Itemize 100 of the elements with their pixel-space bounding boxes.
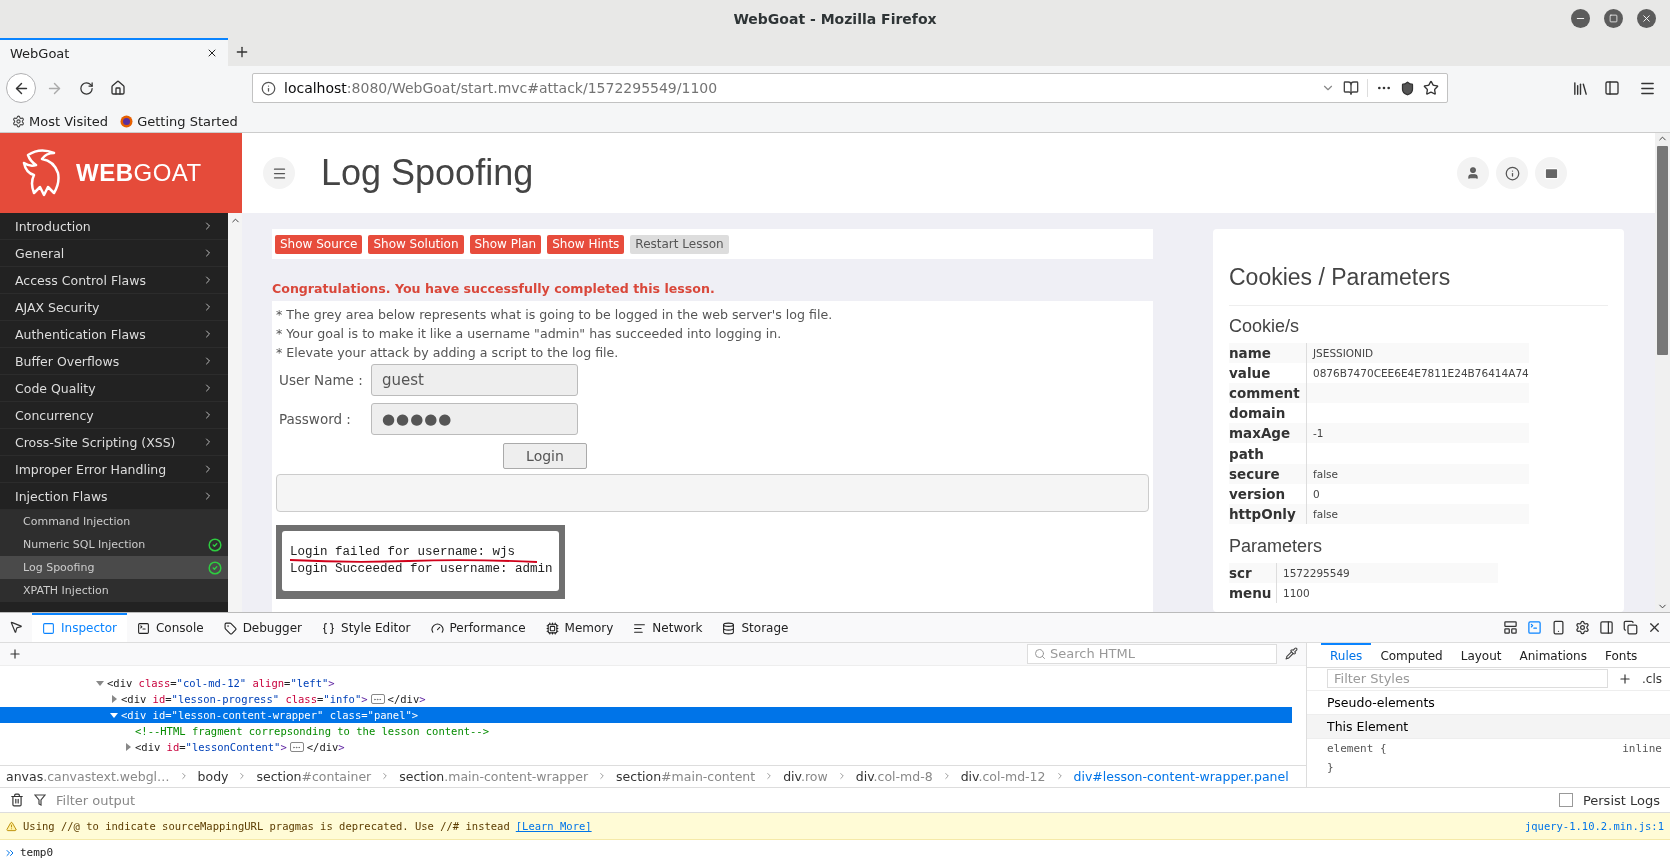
table-key: name	[1229, 343, 1307, 364]
menu-item[interactable]: Introduction	[0, 213, 228, 240]
login-button[interactable]: Login	[503, 443, 587, 469]
star-icon[interactable]	[1423, 80, 1439, 96]
collapsed-triangle-icon[interactable]	[110, 695, 118, 704]
markup-row[interactable]: <div class="col-md-12" align="left">	[0, 675, 1292, 692]
breadcrumb[interactable]: div#lesson-content-wrapper.panel	[1073, 768, 1289, 784]
bookmark[interactable]: Most Visited	[12, 113, 109, 129]
source-link[interactable]: jquery-1.10.2.min.js:1	[1524, 820, 1664, 833]
breadcrumb[interactable]: div.col-md-12	[960, 768, 1046, 784]
browser-tab[interactable]: WebGoat	[0, 38, 228, 66]
shield-icon[interactable]	[1400, 80, 1415, 96]
table-key: value	[1229, 363, 1307, 384]
close-button[interactable]	[1637, 9, 1656, 28]
sidebar-tab[interactable]: Fonts	[1595, 642, 1647, 667]
breadcrumb[interactable]: section#main-content	[616, 768, 756, 784]
expanded-triangle-icon[interactable]	[110, 711, 118, 720]
breadcrumb[interactable]: section.main-content-wrapper	[399, 768, 589, 784]
submenu-item[interactable]: XPATH Injection	[0, 579, 228, 602]
sidebar-tab[interactable]: Layout	[1451, 642, 1511, 667]
add-node-icon[interactable]	[8, 646, 22, 661]
devtools-tab[interactable]: Network	[623, 613, 713, 642]
devtools-tab[interactable]: Inspector	[32, 613, 127, 642]
table-key: httpOnly	[1229, 503, 1307, 524]
mail-button[interactable]	[1535, 157, 1567, 189]
selected-row[interactable]: <div id="lesson-content-wrapper" class="panel">	[0, 707, 1292, 724]
table-key: menu	[1229, 582, 1277, 604]
username-field[interactable]: guest	[371, 364, 578, 396]
devtools-tab[interactable]: Console	[127, 613, 214, 642]
back-button[interactable]	[6, 73, 36, 103]
trash-icon[interactable]	[10, 793, 24, 808]
markup-row[interactable]: <!--HTML fragment correpsonding to the lesson content-->	[0, 723, 1292, 740]
phone-icon[interactable]	[1551, 619, 1566, 635]
devtools-tab[interactable]: Storage	[712, 613, 799, 642]
expanded-triangle-icon[interactable]	[96, 679, 104, 688]
lesson-button[interactable]: Show Solution	[368, 234, 464, 254]
lesson-button[interactable]: Show Plan	[469, 234, 542, 254]
devtools-tab[interactable]: Debugger	[213, 613, 313, 642]
markup-row[interactable]: <div id="lessonContent"> </div>	[0, 739, 1292, 756]
breadcrumb[interactable]: div.col-md-8	[855, 768, 933, 784]
table-key: path	[1229, 443, 1307, 464]
sidebar-tab[interactable]: Computed	[1371, 642, 1452, 667]
breadcrumb[interactable]: section#container	[256, 768, 372, 784]
eyedropper-icon[interactable]	[1285, 647, 1298, 661]
submenu-item[interactable]: Numeric SQL Injection	[0, 533, 228, 556]
lesson-button[interactable]: Restart Lesson	[630, 234, 729, 254]
submenu-item[interactable]: Command Injection	[0, 510, 228, 533]
cls-toggle[interactable]: .cls	[1642, 671, 1662, 686]
console-input[interactable]: temp0	[20, 846, 54, 860]
learn-more-link[interactable]: [Learn More]	[515, 820, 592, 833]
sidebar-tab[interactable]: Animations	[1510, 642, 1596, 667]
scroll-thumb[interactable]	[1657, 146, 1668, 355]
persist-logs-checkbox[interactable]	[1558, 793, 1573, 808]
terminal-icon[interactable]	[1527, 619, 1542, 635]
pointer-icon	[9, 620, 23, 634]
ellipsis-icon[interactable]	[370, 694, 385, 705]
log-line: Login failed for username: wjs	[290, 545, 516, 559]
markup-tag[interactable]: </div>	[387, 693, 426, 706]
panel-title: Cookies / Parameters	[1229, 264, 1608, 306]
markup-tag[interactable]: <div id="lesson-progress" class="info">	[121, 693, 368, 706]
sidebar-tab[interactable]: Rules	[1321, 642, 1372, 667]
markup-tag[interactable]: <div class="col-md-12" align="left">	[107, 677, 335, 690]
devtools-tab[interactable]: Style Editor	[312, 613, 421, 642]
password-field[interactable]: ●●●●●	[371, 403, 578, 435]
windows-icon[interactable]	[1623, 619, 1638, 635]
ellipsis-icon[interactable]	[289, 742, 304, 753]
address-bar[interactable]: localhost:8080/WebGoat/start.mvc#attack/1572295549/1100	[252, 73, 1448, 103]
bookmark[interactable]: Getting Started	[120, 113, 238, 129]
markup-tag[interactable]: </div>	[306, 741, 345, 754]
breadcrumb[interactable]: body	[197, 768, 229, 784]
lesson-button[interactable]: Show Source	[275, 234, 363, 254]
minimize-button[interactable]	[1571, 9, 1590, 28]
breadcrumb[interactable]: anvas.canvastext.webgl…	[6, 768, 170, 784]
info-button[interactable]	[1496, 157, 1528, 189]
table-value: false	[1307, 463, 1529, 484]
markup-tag[interactable]: <div id="lessonContent">	[135, 741, 287, 754]
collapsed-triangle-icon[interactable]	[124, 743, 132, 752]
sidebar-icon	[1604, 80, 1620, 96]
filter-field[interactable]: Filter output	[56, 792, 1549, 808]
close-icon[interactable]	[206, 47, 218, 59]
user-button[interactable]	[1457, 157, 1489, 189]
lesson-button[interactable]: Show Hints	[547, 234, 625, 254]
submenu-item[interactable]: Log Spoofing	[0, 556, 228, 579]
filter-icon[interactable]	[34, 794, 46, 807]
checkbox-label: Persist Logs	[1582, 792, 1660, 808]
mail-icon	[1543, 165, 1559, 181]
lesson-title: Log Spoofing	[321, 152, 535, 194]
reader-icon[interactable]	[1343, 80, 1359, 96]
devtools-tab[interactable]: Performance	[420, 613, 536, 642]
settings-icon[interactable]	[1575, 619, 1590, 635]
markup-row[interactable]: <div id="lesson-progress" class="info"> </div>	[0, 691, 1292, 708]
panel-icon[interactable]	[1599, 619, 1614, 635]
home-icon	[110, 80, 126, 96]
devtools-tab[interactable]: Memory	[535, 613, 624, 642]
add-rule-icon[interactable]	[1618, 671, 1632, 686]
markup-tag[interactable]: <div id="lesson-content-wrapper" class="panel">	[121, 709, 419, 722]
maximize-button[interactable]	[1604, 9, 1623, 28]
breadcrumb[interactable]: div.row	[783, 768, 828, 784]
info-icon[interactable]	[261, 80, 276, 96]
layout-icon[interactable]	[1503, 619, 1518, 635]
